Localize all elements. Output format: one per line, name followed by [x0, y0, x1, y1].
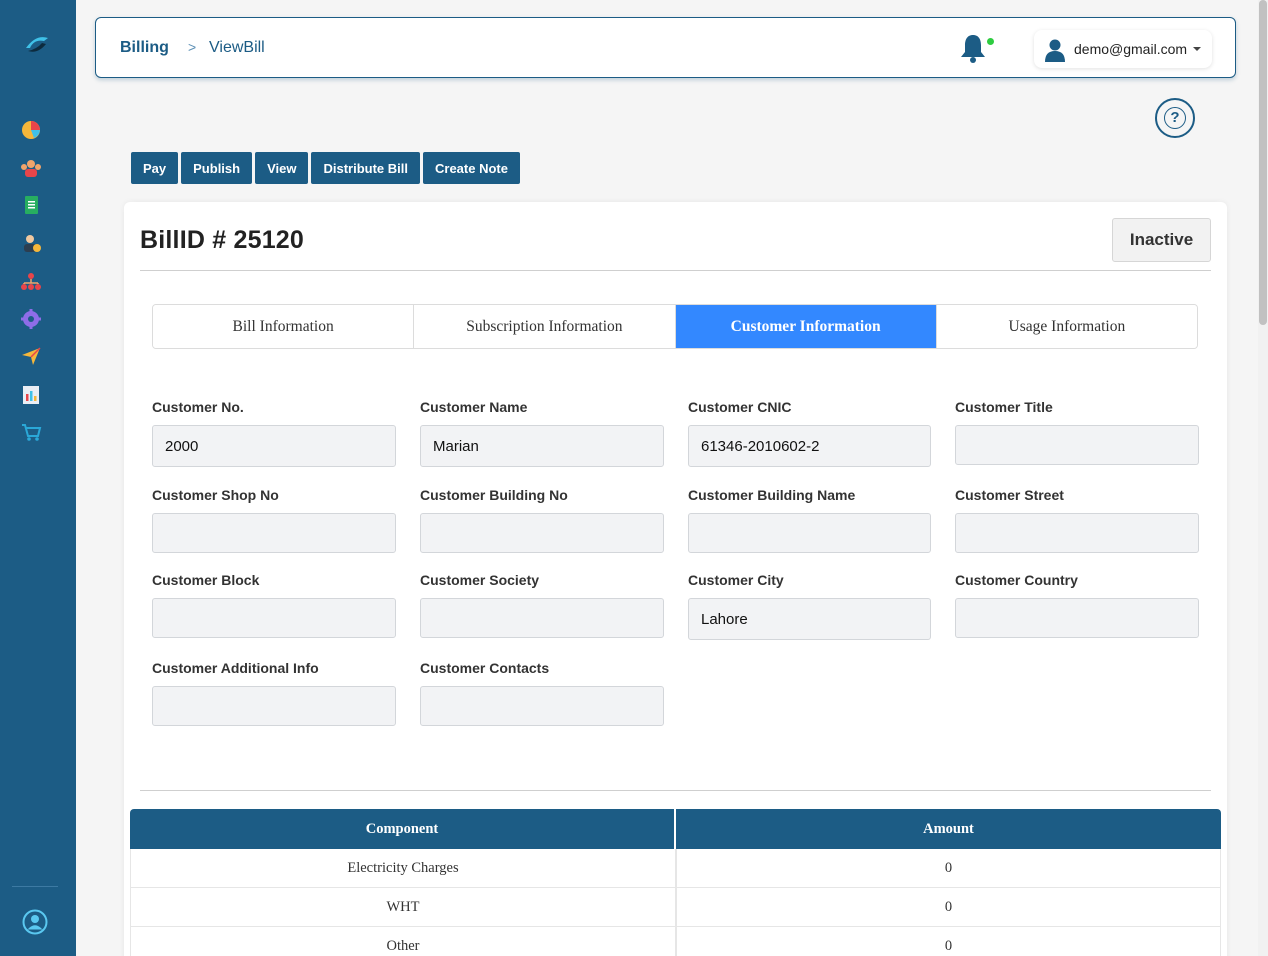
- bill-title: BillID # 25120: [140, 226, 305, 254]
- customer-no-field[interactable]: [152, 425, 396, 467]
- customer-name-field[interactable]: [420, 425, 664, 467]
- user-menu-dropdown[interactable]: demo@gmail.com: [1034, 30, 1212, 68]
- customer-street-field[interactable]: [955, 513, 1199, 553]
- customer-building-no-field[interactable]: [420, 513, 664, 553]
- customer-building-name-label: Customer Building Name: [688, 487, 856, 503]
- customer-cnic-label: Customer CNIC: [688, 399, 792, 415]
- user-avatar-icon: [1045, 39, 1065, 62]
- table-header-row: Component Amount: [130, 809, 1221, 849]
- customer-name-label: Customer Name: [420, 399, 528, 415]
- send-icon[interactable]: [19, 344, 43, 368]
- settings-icon[interactable]: [19, 307, 43, 331]
- status-button[interactable]: Inactive: [1112, 218, 1211, 262]
- customer-contacts-field[interactable]: [420, 686, 664, 726]
- action-toolbar: Pay Publish View Distribute Bill Create …: [131, 152, 520, 184]
- column-header-amount: Amount: [676, 809, 1221, 849]
- amount-cell: 0: [676, 927, 1221, 956]
- page-scrollbar[interactable]: [1258, 0, 1268, 956]
- bill-card: BillID # 25120 Inactive Bill Information…: [124, 202, 1227, 956]
- component-cell: Electricity Charges: [130, 849, 676, 888]
- view-button[interactable]: View: [255, 152, 309, 184]
- customer-shop-no-label: Customer Shop No: [152, 487, 279, 503]
- customer-street-label: Customer Street: [955, 487, 1064, 503]
- customer-country-field[interactable]: [955, 598, 1199, 638]
- customer-block-field[interactable]: [152, 598, 396, 638]
- component-cell: Other: [130, 927, 676, 956]
- divider: [140, 790, 1211, 791]
- dashboard-icon[interactable]: [19, 117, 43, 141]
- amount-cell: 0: [676, 888, 1221, 927]
- customer-society-field[interactable]: [420, 598, 664, 638]
- app-logo-icon[interactable]: [22, 32, 50, 56]
- breadcrumb-section[interactable]: Billing: [120, 39, 169, 57]
- create-note-button[interactable]: Create Note: [423, 152, 520, 184]
- publish-button[interactable]: Publish: [181, 152, 253, 184]
- bills-icon[interactable]: [19, 193, 43, 217]
- tab-customer-information[interactable]: Customer Information: [675, 305, 937, 348]
- breadcrumb-page: ViewBill: [209, 39, 265, 56]
- tab-usage-information[interactable]: Usage Information: [936, 305, 1197, 348]
- column-header-component: Component: [130, 809, 676, 849]
- sidebar: [0, 0, 76, 956]
- divider: [140, 270, 1211, 271]
- customer-contacts-label: Customer Contacts: [420, 660, 550, 676]
- distribute-bill-button[interactable]: Distribute Bill: [311, 152, 420, 184]
- customer-society-label: Customer Society: [420, 572, 540, 588]
- table-row: WHT 0: [130, 888, 1221, 927]
- customer-city-label: Customer City: [688, 572, 784, 588]
- customer-additional-info-label: Customer Additional Info: [152, 660, 319, 676]
- customer-building-name-field[interactable]: [688, 513, 931, 553]
- info-tabs: Bill Information Subscription Informatio…: [152, 304, 1198, 349]
- notification-bell-icon[interactable]: [958, 32, 988, 64]
- customer-cnic-field[interactable]: [688, 425, 931, 467]
- help-question-icon: ?: [1164, 107, 1186, 129]
- customer-city-field[interactable]: [688, 598, 931, 640]
- customers-icon[interactable]: [19, 156, 43, 180]
- hierarchy-icon[interactable]: [19, 270, 43, 294]
- customer-title-field[interactable]: [955, 425, 1199, 465]
- scrollbar-thumb[interactable]: [1259, 0, 1267, 325]
- amount-cell: 0: [676, 849, 1221, 888]
- sidebar-divider: [12, 886, 58, 887]
- help-button[interactable]: ?: [1155, 98, 1195, 138]
- cart-icon[interactable]: [19, 420, 43, 444]
- table-row: Other 0: [130, 927, 1221, 956]
- breadcrumb-separator-icon: >: [188, 39, 197, 55]
- customer-shop-no-field[interactable]: [152, 513, 396, 553]
- bill-components-table: Component Amount Electricity Charges 0 W…: [130, 809, 1221, 956]
- reports-icon[interactable]: [19, 383, 43, 407]
- user-email: demo@gmail.com: [1074, 41, 1188, 57]
- customer-no-label: Customer No.: [152, 399, 244, 415]
- top-header: Billing > ViewBill demo@gmail.com: [95, 17, 1236, 78]
- tab-bill-information[interactable]: Bill Information: [153, 305, 415, 348]
- tab-subscription-information[interactable]: Subscription Information: [414, 305, 676, 348]
- customer-building-no-label: Customer Building No: [420, 487, 568, 503]
- users-icon[interactable]: [19, 231, 43, 255]
- notification-dot: [987, 38, 994, 45]
- table-row: Electricity Charges 0: [130, 849, 1221, 888]
- pay-button[interactable]: Pay: [131, 152, 179, 184]
- customer-block-label: Customer Block: [152, 572, 260, 588]
- customer-additional-info-field[interactable]: [152, 686, 396, 726]
- customer-title-label: Customer Title: [955, 399, 1053, 415]
- component-cell: WHT: [130, 888, 676, 927]
- customer-country-label: Customer Country: [955, 572, 1078, 588]
- profile-icon[interactable]: [22, 909, 48, 935]
- chevron-down-icon: [1193, 47, 1201, 51]
